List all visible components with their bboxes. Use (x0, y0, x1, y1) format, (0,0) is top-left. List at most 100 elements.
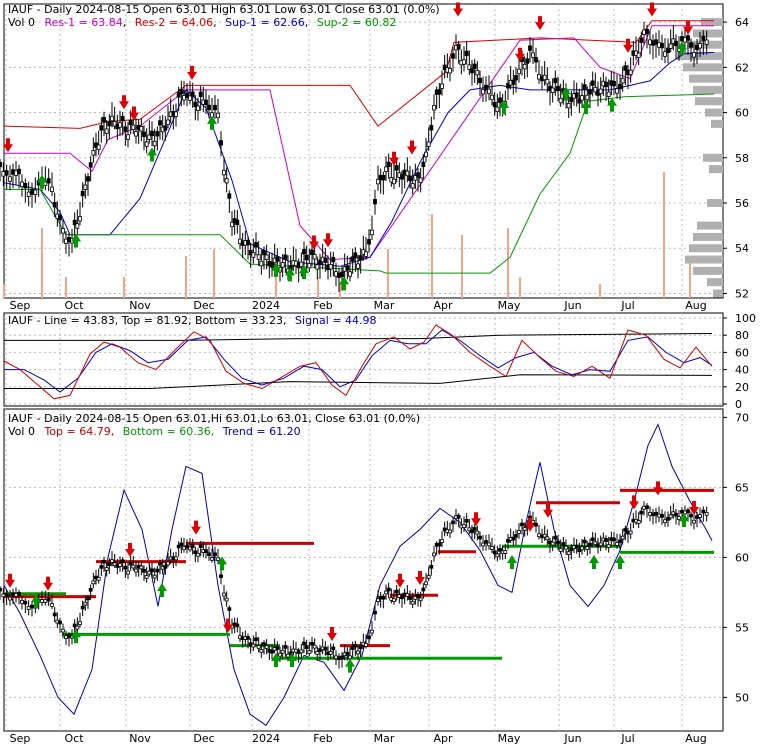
price-body (426, 141, 431, 147)
volume-profile-bar (707, 199, 723, 208)
trend-body (381, 595, 386, 600)
price-body (83, 184, 88, 190)
trend-month-label: Apr (433, 732, 453, 745)
volume-profile-bar (689, 244, 723, 253)
price-body (522, 63, 527, 70)
price-body (408, 175, 412, 181)
price-body (639, 37, 644, 43)
price-body (663, 51, 667, 57)
price-body (262, 249, 266, 256)
price-body (566, 102, 571, 109)
price-body (174, 111, 178, 117)
trend-body (462, 524, 466, 528)
trend-body (353, 643, 358, 648)
res2-label: Res-2 = 64.06 (135, 16, 213, 29)
price-body (50, 186, 54, 192)
oscillator-tick-label: 0 (735, 398, 742, 411)
price-body (256, 254, 261, 260)
volume-bar (519, 277, 521, 298)
trend-body (58, 620, 62, 625)
trend-body (20, 600, 24, 604)
trend-body (615, 542, 619, 546)
trend-body (440, 539, 444, 543)
sup2-label: Sup-2 = 60.82 (317, 16, 397, 29)
price-body (585, 94, 590, 101)
price-body (558, 97, 563, 104)
price-month-label: May (498, 299, 521, 312)
price-body (421, 161, 426, 168)
oscillator-panel: 0 20 40 60 80 100 IAUF - Line = 43.83, Top = … (3, 312, 756, 411)
price-body (86, 176, 90, 182)
trend-body (158, 562, 162, 566)
trend-body (52, 612, 57, 617)
volume-profile-bar (713, 289, 723, 298)
price-body (134, 131, 138, 137)
trend-body (163, 565, 168, 569)
price-body (264, 254, 269, 260)
trend-body (628, 530, 633, 535)
trend-body (142, 569, 146, 573)
price-month-label: Feb (313, 299, 332, 312)
price-body (52, 202, 57, 208)
oscillator-tick-label: 40 (735, 364, 749, 377)
price-vol-label: Vol 0 (8, 16, 35, 29)
trend-body (405, 593, 410, 597)
price-body (75, 223, 80, 229)
trend-body (23, 600, 28, 605)
price-body (345, 265, 350, 271)
trend-body (213, 552, 217, 557)
price-tick-label: 62 (735, 61, 749, 74)
price-body (23, 182, 28, 189)
trend-month-label: May (498, 732, 521, 745)
trend-body (456, 514, 461, 519)
price-body (525, 58, 530, 64)
price-body (620, 77, 625, 84)
trend-x-axis: Sep Oct Nov Dec 2024 Feb Mar Apr May Jun Jul Aug (10, 732, 707, 745)
price-body (166, 119, 170, 125)
volume-bar (507, 228, 509, 298)
trend-body (620, 535, 625, 540)
volume-profile-bar (695, 97, 723, 106)
price-body (131, 124, 136, 130)
volume-profile-bar (693, 29, 723, 38)
trend-body (312, 644, 317, 649)
price-body (598, 88, 603, 95)
price-body (110, 115, 114, 122)
trend-body (429, 565, 434, 569)
price-body (416, 172, 420, 178)
trend-body (150, 568, 154, 573)
trend-body (566, 551, 571, 555)
price-body (1, 171, 6, 177)
price-body (219, 140, 223, 146)
price-body (472, 63, 477, 70)
price-body (651, 40, 655, 46)
price-body (410, 183, 415, 189)
price-body (104, 128, 109, 134)
price-body (155, 131, 160, 137)
price-month-label: Nov (129, 299, 151, 312)
price-body (698, 43, 702, 49)
trend-body (134, 568, 138, 573)
trend-month-label: Jun (563, 732, 581, 745)
price-body (373, 198, 377, 205)
trend-body (280, 649, 285, 654)
volume-bar (431, 214, 433, 298)
price-body (213, 104, 217, 111)
price-body (550, 87, 555, 93)
trend-body (660, 514, 664, 518)
trend-body (126, 570, 130, 575)
trend-body (275, 646, 280, 650)
price-body (517, 68, 521, 75)
price-month-label: 2024 (252, 299, 280, 312)
trend-month-label: Sep (10, 732, 31, 745)
price-body (514, 75, 518, 81)
trend-body (522, 527, 527, 531)
trend-body (262, 642, 266, 646)
price-body (163, 125, 168, 131)
price-body (612, 80, 616, 87)
price-tick-label: 60 (735, 107, 749, 120)
trend-body (674, 512, 678, 517)
trend-body (668, 514, 673, 519)
price-body (96, 144, 101, 150)
trend-body (574, 544, 579, 549)
